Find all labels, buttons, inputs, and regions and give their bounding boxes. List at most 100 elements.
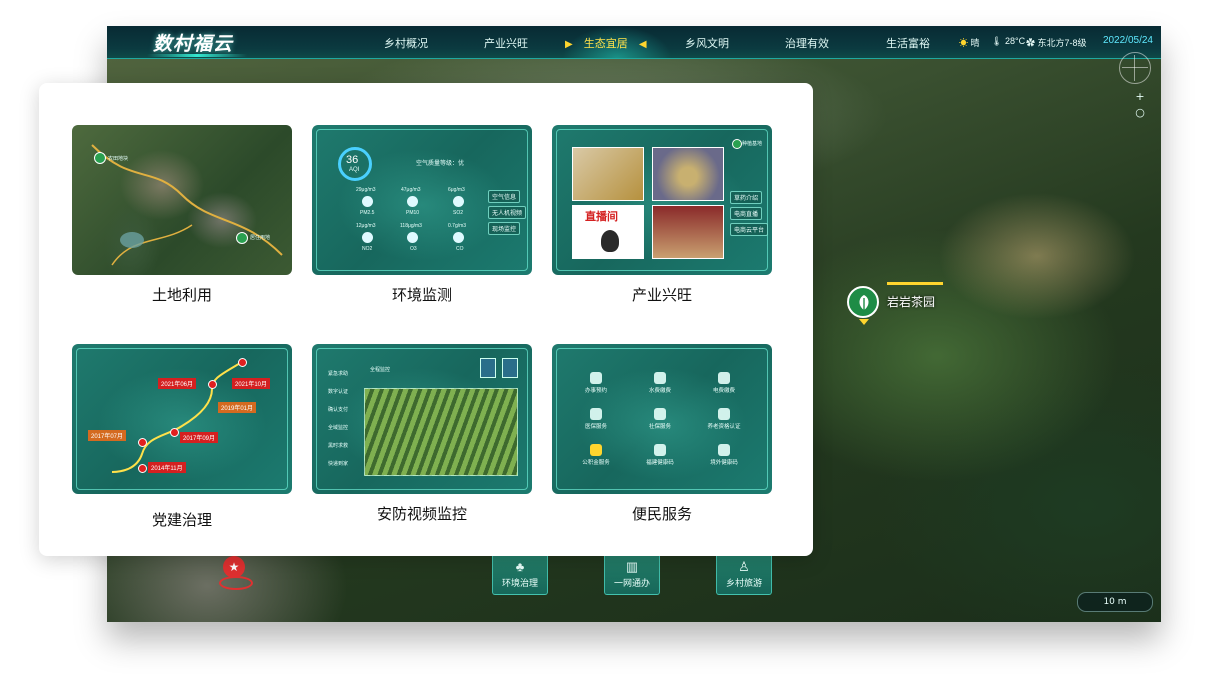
event-date-2019-01: 2019年01月 [218,402,257,413]
event-date-2021-10: 2021年10月 [232,378,271,389]
menu-confirm-pay: 确认支付 [328,407,349,413]
map-scale: 10 m [1077,592,1153,612]
pm25-value: 29μg/m3 [356,187,376,193]
compass-icon[interactable] [1119,52,1151,84]
service-label: 电费缴费 [712,388,735,394]
ecommerce-cloud-button: 电商云平台 [730,223,769,236]
land-tag-residential: 居住用地 [250,235,271,241]
rural-tourism-button[interactable]: ♙ 乡村旅游 [716,553,772,595]
co-label: CO [456,246,464,252]
tab-governance[interactable]: 治理有效 [785,35,829,51]
app-title: 数村福云 [153,34,234,55]
card-label-security-video: 安防视频监控 [376,506,467,523]
streamer-avatar [601,230,619,252]
person-icon: ♙ [738,559,750,574]
weather-condition-text: 晴 [970,38,980,48]
building-icon: ▥ [625,559,639,574]
active-marker-left: ▶ [565,39,573,50]
weather-temperature: 🌡 28°C [991,36,1025,47]
security-video-thumbnail: 紧急求助 数字认证 确认支付 全域监控 黑时求救 快递到家 全程监控 [312,344,532,494]
service-label: 办事预约 [584,388,607,394]
card-land-use[interactable]: 农田地块 居住用地 土地利用 [72,125,292,304]
tab-industry[interactable]: 产业兴旺 [484,35,528,51]
weather-wind: ✿ 东北方7-8级 [1026,36,1087,49]
card-label-party-building: 党建治理 [151,512,212,529]
service-overseas-code: 境外健康码 [704,444,744,466]
leaf-marker-icon [732,139,742,149]
land-tag-farmland: 农田地块 [108,156,129,162]
industry-thumbnail: 直播间 草药介绍 电商直播 电商云平台 种植基地 [552,125,772,275]
card-label-convenience-services: 便民服务 [631,506,692,523]
zoom-in-button[interactable]: + [1135,91,1145,102]
service-label: 医保服务 [584,424,607,430]
poi-pointer [859,319,869,325]
planting-base-tag: 种植基地 [742,141,763,147]
service-appointment: 办事预约 [576,372,616,394]
qr-code-icon [718,444,730,456]
so2-value: 6μg/m3 [448,187,465,193]
timeline-node [238,358,247,367]
menu-digital-auth: 数字认证 [328,389,349,395]
tab-ecology[interactable]: ▶ 生态宜居 ◀ [565,35,647,51]
weather-condition: ☀ 晴 [959,36,980,49]
party-building-thumbnail: 2021年06月 2021年10月 2019年01月 2017年07月 2017… [72,344,292,494]
officer-avatar [502,358,518,378]
site-monitor-button: 现场监控 [488,222,521,235]
service-electricity: 电费缴费 [704,372,744,394]
star-marker-icon[interactable]: ★ [223,556,245,578]
title-underline [147,54,247,57]
card-industry[interactable]: 直播间 草药介绍 电商直播 电商云平台 种植基地 产业兴旺 [552,125,772,304]
home-icon [718,408,730,420]
air-quality-level: 空气质量等级：优 [416,161,465,167]
zoom-out-button[interactable]: ○ [1135,107,1145,118]
marker-ring [219,576,253,590]
convenience-services-thumbnail: 办事预约 水费缴费 电费缴费 医保服务 社保服务 养老资格认证 公积金服务 福建… [552,344,772,494]
service-label: 水费缴费 [648,388,671,394]
medical-icon [590,408,602,420]
card-convenience-services[interactable]: 办事预约 水费缴费 电费缴费 医保服务 社保服务 养老资格认证 公积金服务 福建… [552,344,772,523]
tab-village-overview[interactable]: 乡村概况 [384,35,428,51]
card-label-industry: 产业兴旺 [631,287,692,304]
service-medical: 医保服务 [576,408,616,430]
land-use-thumbnail: 农田地块 居住用地 [72,125,292,275]
card-security-video[interactable]: 紧急求助 数字认证 确认支付 全域监控 黑时求救 快递到家 全程监控 安防视频监… [312,344,532,523]
service-label: 福建健康码 [646,460,674,466]
qr-code-icon [654,444,666,456]
aqi-unit: AQI [349,167,360,173]
product-photo-dish [652,147,724,201]
tab-prosperity[interactable]: 生活富裕 [886,35,930,51]
card-env-monitoring[interactable]: 36 AQI 空气质量等级：优 29μg/m3 PM2.5 47μg/m3 PM… [312,125,532,304]
water-drop-icon [654,372,666,384]
co-value: 0.7g/m3 [448,223,467,229]
calendar-icon [590,372,602,384]
shield-icon [654,408,666,420]
timeline-node [170,428,179,437]
rural-tourism-label: 乡村旅游 [725,578,762,588]
one-network-button[interactable]: ▥ 一网通办 [604,553,660,595]
o3-value: 118μg/m3 [400,223,422,229]
pm10-value: 47μg/m3 [401,187,421,193]
wind-icon: ✿ [1026,38,1036,48]
timeline-node [138,438,147,447]
env-governance-label: 环境治理 [501,578,538,588]
service-label: 境外健康码 [710,460,738,466]
service-housing-fund: 公积金服务 [576,444,616,466]
poi-label: 岩岩茶园 [887,295,936,309]
service-pension: 养老资格认证 [704,408,744,430]
service-label: 社保服务 [648,424,671,430]
card-party-building[interactable]: 2021年06月 2021年10月 2019年01月 2017年07月 2017… [72,344,292,529]
no2-label: NO2 [362,246,373,252]
no2-icon [362,232,373,243]
env-governance-button[interactable]: ♣ 环境治理 [492,553,548,595]
leaf-icon [847,286,879,318]
co-icon [453,232,464,243]
service-health-code: 福建健康码 [640,444,680,466]
leaf-marker-icon [94,152,106,164]
active-marker-right: ◀ [638,39,647,50]
menu-timed-help: 黑时求救 [328,443,349,449]
temperature-text: 28°C [1004,36,1026,46]
one-network-label: 一网通办 [613,578,650,588]
no2-value: 12μg/m3 [356,223,376,229]
tab-culture[interactable]: 乡风文明 [685,35,729,51]
map-poi-tea-garden[interactable]: 岩岩茶园 [847,282,967,326]
